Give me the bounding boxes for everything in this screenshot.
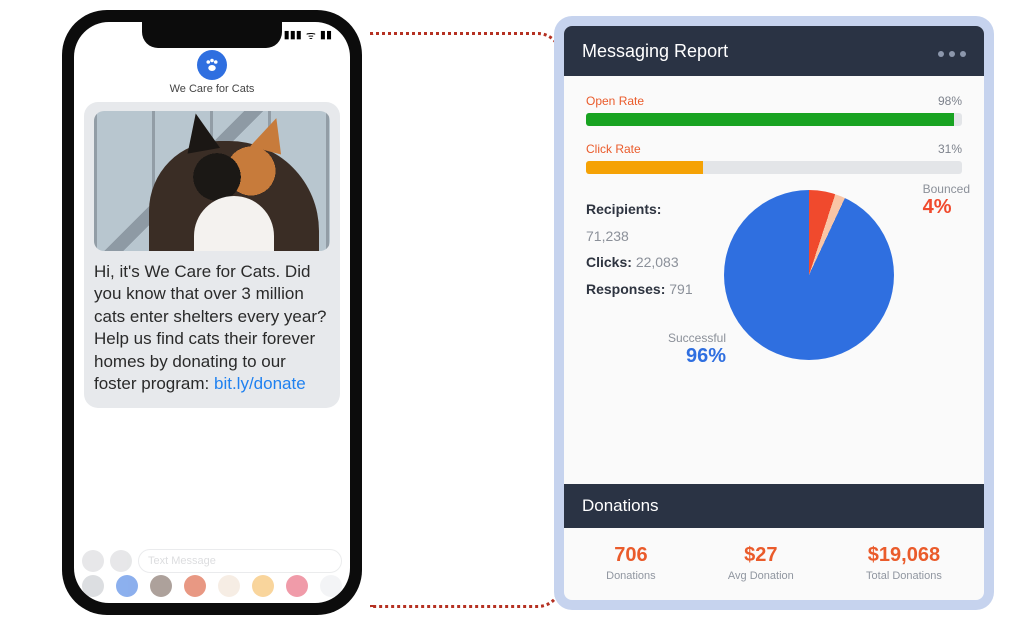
chat-input-row: Text Message [82, 549, 342, 573]
message-bubble: Hi, it's We Care for Cats. Did you know … [84, 102, 340, 408]
open-rate-bar [586, 113, 962, 126]
bounced-value: 4% [923, 196, 970, 219]
successful-value: 96% [668, 345, 726, 368]
signal-icon: ▮▮▮ [284, 28, 302, 43]
more-icon[interactable] [933, 41, 966, 62]
successful-label: Successful [668, 331, 726, 345]
donations-row: 706 Donations $27 Avg Donation $19,068 T… [564, 528, 984, 600]
donations-title: Donations [582, 496, 659, 516]
recipients-value: 71,238 [586, 228, 629, 244]
phone-notch [142, 22, 282, 48]
report-header: Messaging Report [564, 26, 984, 76]
click-rate-value: 31% [938, 142, 962, 156]
pie-icon [724, 190, 894, 360]
cat-image [94, 111, 330, 251]
responses-value: 791 [669, 281, 692, 297]
open-rate-value: 98% [938, 94, 962, 108]
open-rate-label: Open Rate [586, 94, 644, 108]
click-rate-bar [586, 161, 962, 174]
total-donations-label: Total Donations [866, 570, 942, 582]
message-text: Hi, it's We Care for Cats. Did you know … [94, 261, 330, 396]
click-rate-label: Click Rate [586, 142, 641, 156]
total-donations-value: $19,068 [866, 544, 942, 567]
app-dock [80, 575, 344, 599]
brand-name: We Care for Cats [74, 83, 350, 95]
responses-label: Responses: [586, 281, 665, 297]
avg-donation: $27 Avg Donation [728, 544, 794, 582]
clicks-value: 22,083 [636, 254, 679, 270]
wifi-icon: ᯤ [306, 28, 316, 43]
connector-line [370, 32, 562, 608]
battery-icon: ▮▮ [320, 28, 332, 43]
dock-app[interactable] [286, 575, 308, 597]
dock-app[interactable] [252, 575, 274, 597]
chat-header: We Care for Cats [74, 50, 350, 95]
donate-link[interactable]: bit.ly/donate [214, 374, 306, 393]
total-donations: $19,068 Total Donations [866, 544, 942, 582]
dock-app[interactable] [150, 575, 172, 597]
dock-app[interactable] [184, 575, 206, 597]
phone-screen: ▮▮▮ ᯤ ▮▮ We Care for Cats [74, 22, 350, 603]
status-bar: ▮▮▮ ᯤ ▮▮ [284, 28, 332, 43]
open-rate-row: Open Rate 98% [586, 94, 962, 126]
report-card: Messaging Report Open Rate 98% Click Rat… [554, 16, 994, 610]
dock-app[interactable] [218, 575, 240, 597]
donation-count-value: 706 [606, 544, 656, 567]
avg-donation-value: $27 [728, 544, 794, 567]
clicks-label: Clicks: [586, 254, 632, 270]
dock-app[interactable] [320, 575, 342, 597]
camera-icon[interactable] [82, 550, 104, 572]
delivery-pie-chart: Successful 96% Bounced 4% [724, 190, 894, 360]
donation-count: 706 Donations [606, 544, 656, 582]
recipients-label: Recipients: [586, 201, 661, 217]
dock-app[interactable] [82, 575, 104, 597]
avg-donation-label: Avg Donation [728, 570, 794, 582]
donation-count-label: Donations [606, 570, 656, 582]
donations-header: Donations [564, 484, 984, 528]
dock-app[interactable] [116, 575, 138, 597]
input-placeholder: Text Message [148, 555, 216, 567]
report-title: Messaging Report [582, 41, 728, 62]
message-area: Hi, it's We Care for Cats. Did you know … [84, 102, 340, 545]
phone-mockup: ▮▮▮ ᯤ ▮▮ We Care for Cats [62, 10, 362, 615]
appstore-icon[interactable] [110, 550, 132, 572]
text-message-input[interactable]: Text Message [138, 549, 342, 573]
click-rate-row: Click Rate 31% [586, 142, 962, 174]
bounced-label: Bounced [923, 182, 970, 196]
paw-icon [197, 50, 227, 80]
